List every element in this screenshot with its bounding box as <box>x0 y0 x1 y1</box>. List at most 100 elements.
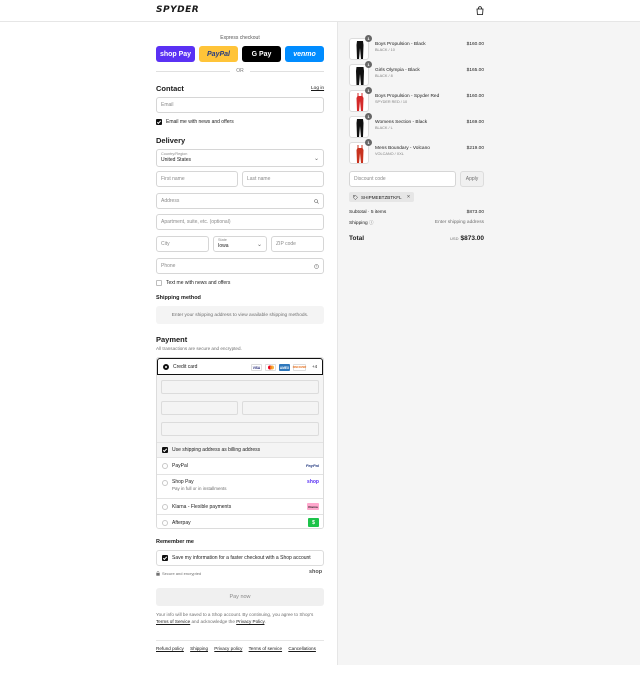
terms-link[interactable]: Terms of Service <box>156 619 190 624</box>
newsletter-checkbox[interactable] <box>156 119 162 125</box>
phone-field[interactable]: Phone ? <box>156 258 324 274</box>
terms-of-service-link[interactable]: Terms of service <box>249 646 282 651</box>
item-name: Boys Propulsion - Black <box>375 42 426 47</box>
paypal-radio[interactable] <box>162 463 168 469</box>
credit-card-radio[interactable] <box>163 364 169 370</box>
security-code-field[interactable] <box>242 401 319 415</box>
afterpay-label: Afterpay <box>172 520 191 526</box>
privacy-policy-link[interactable]: Privacy policy <box>214 646 242 651</box>
remember-me-box: Save my information for a faster checkou… <box>156 550 324 566</box>
pants-icon <box>356 41 364 59</box>
subtotal-label: Subtotal · 5 items <box>349 210 387 215</box>
legal-before: Your info will be saved to a Shop accoun… <box>156 612 314 617</box>
help-icon[interactable]: ? <box>314 264 319 269</box>
item-variant: BLACK / 8 <box>375 74 393 78</box>
apartment-placeholder: Apartment, suite, etc. (optional) <box>161 219 231 225</box>
state-value: Iowa <box>218 242 229 249</box>
quantity-badge: 1 <box>365 35 372 42</box>
country-select[interactable]: Country/Region United States ⌄ <box>156 149 324 167</box>
zip-field[interactable]: ZIP code <box>271 236 324 252</box>
apartment-field[interactable]: Apartment, suite, etc. (optional) <box>156 214 324 230</box>
amex-icon: AMEX <box>279 364 290 371</box>
svg-text:?: ? <box>316 265 318 269</box>
discount-tag: SHIPMEBTZBTKFL ✕ <box>349 192 415 202</box>
shipping-help-icon[interactable]: ⓘ <box>369 220 374 225</box>
login-link[interactable]: Log in <box>311 86 324 91</box>
search-icon <box>314 199 319 204</box>
secure-text: Secure and encrypted <box>162 571 202 576</box>
paypal-logo: PayPal <box>305 463 319 468</box>
paypal-button[interactable]: PayPal <box>199 46 238 62</box>
address-field[interactable]: Address <box>156 193 324 209</box>
klarna-radio[interactable] <box>162 504 168 510</box>
name-on-card-field[interactable] <box>161 422 319 436</box>
shipping-link[interactable]: Shipping <box>190 646 208 651</box>
card-number-field[interactable] <box>161 380 319 394</box>
shipping-method-notice: Enter your shipping address to view avai… <box>156 306 324 324</box>
item-name: Womens Section - Black <box>375 120 428 125</box>
address-placeholder: Address <box>161 198 180 204</box>
state-select[interactable]: State Iowa ⌄ <box>213 236 267 252</box>
cart-icon[interactable] <box>476 6 484 15</box>
country-value: United States <box>161 156 192 163</box>
item-price: $160.00 <box>466 42 484 47</box>
klarna-option[interactable]: Klarna - Flexible payments Klarna <box>157 498 323 514</box>
item-price: $165.00 <box>466 68 484 73</box>
afterpay-option[interactable]: Afterpay $ <box>157 514 323 528</box>
tag-icon <box>353 194 358 200</box>
line-item: 1 Boys Propulsion - Black BLACK / 10 $16… <box>349 35 484 60</box>
shop-pay-label: Shop Pay <box>172 479 194 485</box>
cancellations-link[interactable]: Cancellations <box>288 646 316 651</box>
discount-placeholder: Discount code <box>354 176 386 182</box>
paypal-option[interactable]: PayPal PayPal <box>157 457 323 474</box>
item-variant: SPYDER RED / 10 <box>375 100 408 104</box>
shop-logo: shop <box>309 569 323 575</box>
item-variant: BLACK / L <box>375 126 393 130</box>
chevron-down-icon: ⌄ <box>256 242 262 248</box>
last-name-field[interactable]: Last name <box>242 171 324 187</box>
google-pay-button[interactable]: G Pay <box>242 46 281 62</box>
city-field[interactable]: City <box>156 236 209 252</box>
remember-checkbox[interactable] <box>162 555 168 561</box>
email-field[interactable]: Email <box>156 97 324 113</box>
shop-pay-option[interactable]: Shop Pay Pay in full or in installments … <box>157 474 323 498</box>
item-name: Boys Propulsion - Spyder Red <box>375 94 440 99</box>
brand-logo[interactable]: SPYDER <box>156 5 199 15</box>
first-name-field[interactable]: First name <box>156 171 238 187</box>
item-variant: VOLCANO / XXL <box>375 152 404 156</box>
newsletter-label: Email me with news and offers <box>166 119 234 125</box>
line-item: 1 Womens Section - Black BLACK / L $169.… <box>349 113 484 138</box>
privacy-link[interactable]: Privacy Policy <box>236 619 264 624</box>
expiry-field[interactable] <box>161 401 238 415</box>
venmo-button[interactable]: venmo <box>285 46 324 62</box>
line-item: 1 Boys Propulsion - Spyder Red SPYDER RE… <box>349 87 484 112</box>
total-label: Total <box>349 235 365 242</box>
shop-pay-radio[interactable] <box>162 480 168 486</box>
apply-button[interactable]: Apply <box>460 171 484 187</box>
pay-now-button[interactable]: Pay now <box>156 588 324 606</box>
credit-card-option[interactable]: Credit card VISA AMEX DISCOVER +4 <box>157 358 323 375</box>
pants-icon <box>356 119 364 137</box>
afterpay-radio[interactable] <box>162 520 168 526</box>
item-variant: BLACK / 10 <box>375 48 395 52</box>
express-checkout-title: Express checkout <box>220 35 260 41</box>
first-name-placeholder: First name <box>161 176 185 182</box>
billing-checkbox[interactable] <box>162 447 168 453</box>
city-placeholder: City <box>161 241 170 247</box>
discount-code-field[interactable]: Discount code <box>349 171 456 187</box>
billing-row[interactable]: Use shipping address as billing address <box>157 442 323 457</box>
remove-discount-icon[interactable]: ✕ <box>407 194 411 200</box>
klarna-label: Klarna - Flexible payments <box>172 504 232 510</box>
chevron-down-icon: ⌄ <box>313 156 319 162</box>
shop-pay-sub: Pay in full or in installments <box>172 486 227 491</box>
text-offers-checkbox[interactable] <box>156 280 162 286</box>
klarna-logo: Klarna <box>307 503 319 510</box>
shop-pay-button[interactable]: shop Pay <box>156 46 195 62</box>
total-row: Total USD $873.00 <box>349 235 484 242</box>
last-name-placeholder: Last name <box>247 176 271 182</box>
shipping-method-heading: Shipping method <box>156 295 201 301</box>
item-price: $219.00 <box>466 146 484 151</box>
shipping-value: Enter shipping address <box>434 220 484 225</box>
quantity-badge: 1 <box>365 87 372 94</box>
refund-policy-link[interactable]: Refund policy <box>156 646 184 651</box>
